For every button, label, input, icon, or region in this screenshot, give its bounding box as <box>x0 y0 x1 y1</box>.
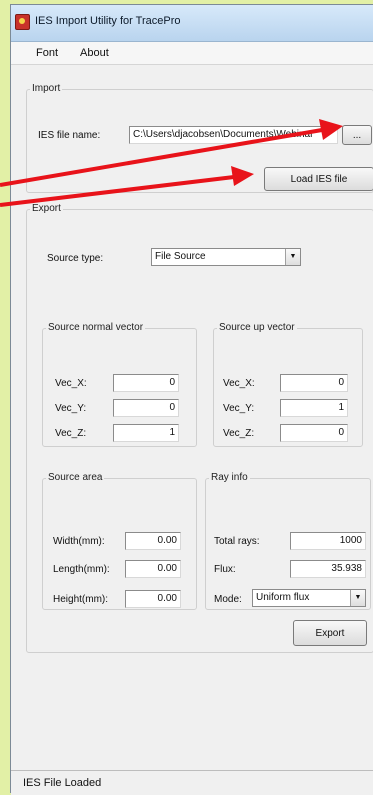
normal-z-label: Vec_Z: <box>55 428 87 439</box>
total-rays-input[interactable]: 1000 <box>290 532 366 550</box>
normal-x-input[interactable]: 0 <box>113 374 179 392</box>
app-icon <box>15 14 30 30</box>
source-type-select[interactable]: File Source ▼ <box>151 248 301 266</box>
width-input[interactable]: 0.00 <box>125 532 181 550</box>
source-type-value: File Source <box>155 251 206 262</box>
length-input[interactable]: 0.00 <box>125 560 181 578</box>
mode-value: Uniform flux <box>256 592 310 603</box>
normal-y-input[interactable]: 0 <box>113 399 179 417</box>
source-area-group: Source area Width(mm): 0.00 Length(mm): … <box>42 472 197 610</box>
chevron-down-icon[interactable]: ▼ <box>350 590 365 606</box>
browse-button[interactable]: ... <box>342 125 372 145</box>
ies-file-input[interactable]: C:\Users\djacobsen\Documents\Webinar <box>129 126 338 144</box>
flux-input[interactable]: 35.938 <box>290 560 366 578</box>
menu-font[interactable]: Font <box>36 47 58 59</box>
app-window: IES Import Utility for TracePro Font Abo… <box>10 4 373 795</box>
source-up-legend: Source up vector <box>219 322 295 333</box>
up-z-label: Vec_Z: <box>223 428 255 439</box>
flux-label: Flux: <box>214 564 236 575</box>
title-bar: IES Import Utility for TracePro <box>11 5 373 42</box>
up-y-label: Vec_Y: <box>223 403 255 414</box>
ray-info-legend: Ray info <box>211 472 248 483</box>
up-x-label: Vec_X: <box>223 378 255 389</box>
load-ies-button[interactable]: Load IES file <box>264 167 373 191</box>
source-normal-group: Source normal vector Vec_X: 0 Vec_Y: 0 V… <box>42 322 197 447</box>
height-label: Height(mm): <box>53 594 109 605</box>
width-label: Width(mm): <box>53 536 105 547</box>
import-legend: Import <box>32 83 61 94</box>
normal-y-label: Vec_Y: <box>55 403 87 414</box>
ray-info-group: Ray info Total rays: 1000 Flux: 35.938 M… <box>205 472 371 610</box>
mode-label: Mode: <box>214 594 242 605</box>
status-bar: IES File Loaded <box>11 770 373 795</box>
normal-x-label: Vec_X: <box>55 378 87 389</box>
normal-z-input[interactable]: 1 <box>113 424 179 442</box>
source-up-group: Source up vector Vec_X: 0 Vec_Y: 1 Vec_Z… <box>213 322 363 447</box>
window-title: IES Import Utility for TracePro <box>35 15 181 27</box>
up-x-input[interactable]: 0 <box>280 374 348 392</box>
length-label: Length(mm): <box>53 564 110 575</box>
export-group: Export Source type: File Source ▼ Source… <box>26 203 373 653</box>
up-z-input[interactable]: 0 <box>280 424 348 442</box>
import-group: Import IES file name: C:\Users\djacobsen… <box>26 83 373 193</box>
export-legend: Export <box>32 203 61 214</box>
mode-select[interactable]: Uniform flux ▼ <box>252 589 366 607</box>
menu-about[interactable]: About <box>80 47 109 59</box>
total-rays-label: Total rays: <box>214 536 260 547</box>
menu-bar: Font About <box>11 42 373 65</box>
chevron-down-icon[interactable]: ▼ <box>285 249 300 265</box>
source-type-label: Source type: <box>47 253 104 264</box>
ies-file-label: IES file name: <box>38 130 101 141</box>
status-text: IES File Loaded <box>23 777 102 789</box>
up-y-input[interactable]: 1 <box>280 399 348 417</box>
source-normal-legend: Source normal vector <box>48 322 144 333</box>
height-input[interactable]: 0.00 <box>125 590 181 608</box>
source-area-legend: Source area <box>48 472 103 483</box>
export-button[interactable]: Export <box>293 620 367 646</box>
